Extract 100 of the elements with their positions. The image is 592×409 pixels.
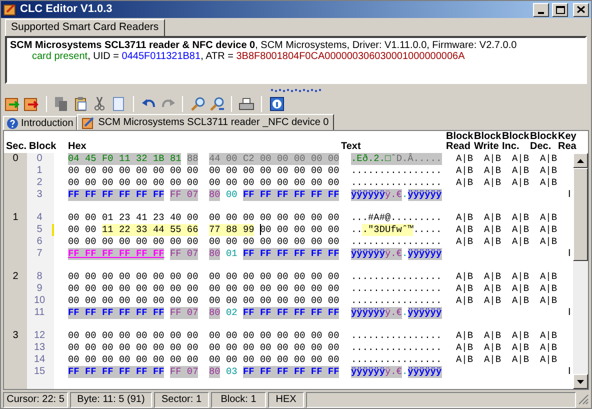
ascii-text: ÿÿÿÿÿÿ xyxy=(408,366,442,378)
close-card-button[interactable] xyxy=(23,96,40,112)
access-condition: A|B xyxy=(484,212,501,223)
hex-bytes[interactable]: FF 07 xyxy=(170,366,198,378)
paste-button[interactable] xyxy=(72,96,89,112)
document-tab[interactable]: Introduction xyxy=(3,116,78,130)
column-header[interactable]: Block Write xyxy=(474,132,502,152)
column-header[interactable]: Sec. xyxy=(4,142,28,152)
hex-bytes[interactable]: 00 00 00 00 00 00 00 00 xyxy=(209,271,340,283)
hex-bytes[interactable]: 00 00 00 00 00 00 00 00 xyxy=(68,177,198,189)
hex-bytes[interactable]: FF FF FF FF FF FF xyxy=(68,189,164,201)
hex-bytes[interactable]: 00 00 xyxy=(68,224,96,236)
hex-bytes[interactable]: FF 07 xyxy=(170,307,198,319)
hex-bytes[interactable]: 00 00 00 00 00 00 00 00 xyxy=(209,165,340,177)
access-condition: A|B xyxy=(484,342,501,353)
hex-bytes[interactable]: 00 00 00 00 00 00 00 00 xyxy=(209,330,340,342)
ascii-text: ÿ.€ xyxy=(384,248,402,260)
hex-bytes[interactable]: 00 00 00 00 00 00 00 00 xyxy=(209,212,340,224)
find-next-button[interactable] xyxy=(208,96,225,112)
scroll-down-button[interactable] xyxy=(573,374,588,389)
block-cell: 3 xyxy=(27,189,54,201)
hex-bytes[interactable]: 00 00 00 00 00 00 00 00 xyxy=(68,354,198,366)
copy-button[interactable] xyxy=(53,96,70,112)
hex-bytes[interactable]: 00 00 00 00 00 00 00 00 xyxy=(209,295,340,307)
column-header[interactable]: Block Dec. xyxy=(530,132,558,152)
column-header[interactable]: Key Rea xyxy=(558,132,578,152)
hex-bytes[interactable]: 00 00 00 00 00 00 00 00 xyxy=(68,165,198,177)
column-header[interactable]: Hex xyxy=(58,142,341,152)
column-header[interactable]: Block xyxy=(28,142,58,152)
hex-bytes[interactable]: 00 xyxy=(226,189,238,201)
hex-bytes[interactable]: 00 00 00 00 00 00 00 00 xyxy=(68,330,198,342)
hex-bytes[interactable]: 00 00 00 00 00 00 00 00 xyxy=(68,342,198,354)
resize-grip-icon[interactable] xyxy=(578,394,589,405)
status-panel: Block: 1 xyxy=(211,392,266,408)
hex-bytes[interactable]: 00 00 00 00 00 00 00 00 xyxy=(209,283,340,295)
hex-bytes[interactable]: FF FF FF FF FF FF xyxy=(68,366,164,378)
scrollbar-thumb[interactable] xyxy=(573,168,588,261)
find-button[interactable] xyxy=(189,96,206,112)
redo-icon xyxy=(160,98,174,110)
hex-bytes[interactable]: FF FF FF FF FF FF xyxy=(242,366,340,378)
hex-bytes[interactable]: FF FF FF FF FF FF xyxy=(242,248,340,260)
access-condition: A|B xyxy=(540,271,557,282)
hex-bytes[interactable]: 00 00 00 00 00 00 00 00 xyxy=(209,177,340,189)
select-all-button[interactable] xyxy=(110,96,127,112)
hex-bytes[interactable]: FF FF FF FF FF FF xyxy=(242,189,340,201)
hex-bytes[interactable]: 00 00 00 00 00 00 00 00 xyxy=(209,354,340,366)
reader-info-line: SCM Microsystems SCL3711 reader & NFC device 0, SCM Microsystems, Driver: V1.11.0.0, Firmware: V2.7.0.0 xyxy=(10,40,518,51)
status-panel: HEX xyxy=(268,392,304,408)
ascii-text: ÿ.€ xyxy=(384,366,402,378)
column-header[interactable]: Block Inc. xyxy=(502,132,530,152)
access-condition: A|B xyxy=(512,283,529,294)
hex-bytes[interactable]: 77 88 99 xyxy=(209,224,254,236)
print-button[interactable] xyxy=(238,96,255,112)
scroll-up-button[interactable] xyxy=(573,153,588,168)
block-cell: 6 xyxy=(27,236,54,248)
hex-bytes[interactable]: 80 xyxy=(209,189,220,201)
hex-bytes[interactable]: 00 00 00 00 00 00 00 00 xyxy=(68,295,198,307)
reader-tab[interactable]: Supported Smart Card Readers xyxy=(5,19,165,36)
minimize-button[interactable] xyxy=(533,2,549,16)
access-condition: A|B xyxy=(512,342,529,353)
hex-bytes[interactable]: 00 00 00 00 00 00 00 00 xyxy=(68,236,198,248)
ascii-text: ................ xyxy=(351,271,442,283)
hex-bytes[interactable]: FF FF FF FF FF FF xyxy=(242,307,340,319)
ascii-text: ÿÿÿÿÿÿ xyxy=(351,307,385,319)
hex-bytes[interactable]: 00 00 01 23 41 23 40 00 xyxy=(68,212,198,224)
hex-bytes[interactable]: 00 00 00 00 00 00 00 00 xyxy=(209,342,340,354)
access-condition: A|B xyxy=(484,330,501,341)
hex-bytes[interactable]: 03 xyxy=(226,366,238,378)
window-title: CLC Editor V1.0.3 xyxy=(20,2,112,18)
hex-bytes[interactable]: FF 07 xyxy=(170,248,198,260)
block-cell: 5 xyxy=(27,224,54,236)
hex-bytes[interactable]: FF 07 xyxy=(170,189,198,201)
block-cell: 4 xyxy=(27,212,54,224)
key-read-cell: I xyxy=(568,366,571,377)
splitter-handle[interactable] xyxy=(271,88,321,92)
key-read-cell: I xyxy=(568,189,571,200)
sector-cell: 0 xyxy=(4,153,27,165)
open-card-button[interactable] xyxy=(4,96,21,112)
access-condition: A|B xyxy=(540,283,557,294)
sector-cell: 2 xyxy=(4,271,27,283)
document-tab[interactable]: SCM Microsystems SCL3711 reader _NFC device 0 xyxy=(77,114,334,130)
down-arrow-icon xyxy=(577,380,584,384)
hex-bytes[interactable]: 80 xyxy=(209,366,220,378)
hex-bytes[interactable]: 11 22 33 44 55 66 xyxy=(102,224,198,236)
app-icon xyxy=(3,3,17,16)
up-arrow-icon xyxy=(577,158,584,162)
hex-bytes[interactable]: 00 00 00 00 00 00 00 00 xyxy=(68,283,198,295)
hex-bytes[interactable]: 80 xyxy=(209,307,220,319)
column-header[interactable]: Text xyxy=(341,142,446,152)
access-condition: A|B xyxy=(512,271,529,282)
hex-bytes[interactable]: 00 00 00 00 00 00 00 00 xyxy=(209,236,340,248)
column-header[interactable]: Block Read xyxy=(446,132,474,152)
hex-bytes[interactable]: FF FF FF FF FF FF xyxy=(68,307,164,319)
hex-bytes[interactable]: 80 xyxy=(209,248,220,260)
access-condition: A|B xyxy=(484,236,501,247)
hex-bytes[interactable]: 00 00 00 00 00 00 00 00 xyxy=(68,271,198,283)
maximize-button[interactable] xyxy=(552,2,568,16)
hex-bytes[interactable]: 02 xyxy=(226,307,238,319)
close-button[interactable] xyxy=(573,2,589,16)
info-button[interactable] xyxy=(268,96,285,112)
